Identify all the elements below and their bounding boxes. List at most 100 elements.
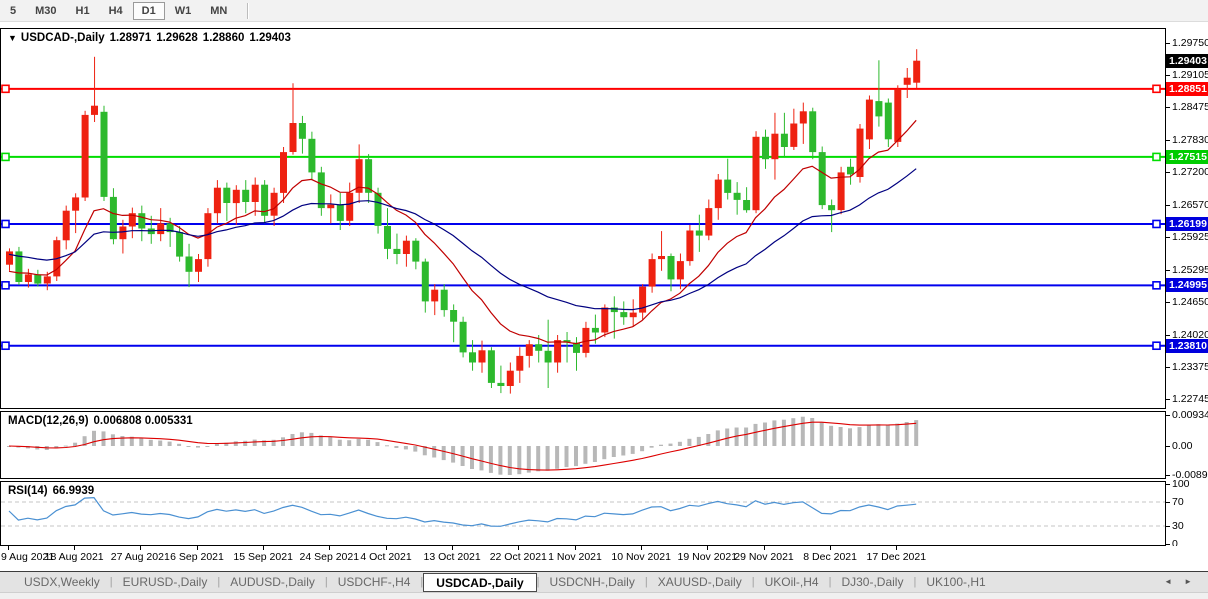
price-tick-label: 1.24650 [1172, 296, 1208, 308]
level-line-right-handle[interactable] [1153, 153, 1160, 160]
date-axis[interactable]: 9 Aug 202118 Aug 202127 Aug 20216 Sep 20… [0, 546, 1208, 571]
candle-body [743, 200, 750, 210]
date-tick-mark [74, 546, 75, 550]
chart-tab-ukoil-h4[interactable]: UKOil-,H4 [755, 574, 829, 590]
candle-body [327, 205, 334, 209]
price-tick-label: 1.25925 [1172, 231, 1208, 243]
moving-average-line [9, 120, 916, 343]
macd-histogram-bar [376, 442, 380, 446]
price-tick-label: 1.22745 [1172, 393, 1208, 405]
chart-tab-eurusd-daily[interactable]: EURUSD-,Daily [113, 574, 218, 590]
candle-body [677, 261, 684, 279]
date-label: 22 Oct 2021 [490, 551, 547, 563]
level-line-right-handle[interactable] [1153, 282, 1160, 289]
level-line-left-handle[interactable] [2, 282, 9, 289]
price-badge: 1.29403 [1166, 54, 1208, 68]
chart-tab-usdcad-daily[interactable]: USDCAD-,Daily [423, 573, 536, 592]
timeframe-button-h1[interactable]: H1 [67, 2, 99, 20]
macd-histogram-bar [669, 444, 673, 446]
candle-body [233, 190, 240, 203]
rsi-tick-mark [1166, 502, 1170, 503]
chart-tab-uk100-h1[interactable]: UK100-,H1 [916, 574, 995, 590]
level-line-left-handle[interactable] [2, 220, 9, 227]
level-line-right-handle[interactable] [1153, 342, 1160, 349]
price-axis[interactable]: 1.297501.291051.284751.278301.272001.265… [1166, 28, 1208, 546]
macd-histogram-bar [536, 446, 540, 471]
rsi-tick-label: 30 [1172, 520, 1184, 532]
date-tick-mark [707, 546, 708, 550]
candle-body [847, 167, 854, 175]
price-tick-mark [1166, 140, 1170, 141]
macd-histogram-bar [517, 446, 521, 474]
chart-tab-dj30-daily[interactable]: DJ30-,Daily [831, 574, 913, 590]
macd-histogram-bar [253, 440, 257, 446]
chart-tab-xauusd-daily[interactable]: XAUUSD-,Daily [648, 574, 752, 590]
macd-histogram-bar [281, 437, 285, 446]
price-tick-label: 1.29105 [1172, 69, 1208, 81]
candle-body [157, 223, 164, 234]
chart-tab-usdchf-h4[interactable]: USDCHF-,H4 [328, 574, 421, 590]
candle-body [488, 350, 495, 383]
macd-canvas[interactable] [1, 412, 1165, 478]
rsi-indicator-panel[interactable]: RSI(14)66.9939 [0, 481, 1166, 546]
date-tick-mark [641, 546, 642, 550]
level-line-right-handle[interactable] [1153, 220, 1160, 227]
macd-indicator-panel[interactable]: MACD(12,26,9)0.006808 0.005331 [0, 411, 1166, 479]
price-tick-label: 1.29750 [1172, 37, 1208, 49]
timeframe-button-mn[interactable]: MN [201, 2, 236, 20]
date-tick-mark [197, 546, 198, 550]
scroll-tabs-left-icon[interactable]: ◄ [1164, 577, 1172, 586]
level-line-left-handle[interactable] [2, 342, 9, 349]
macd-histogram-bar [905, 422, 909, 446]
macd-histogram-bar [328, 437, 332, 446]
level-line-right-handle[interactable] [1153, 85, 1160, 92]
level-line-left-handle[interactable] [2, 85, 9, 92]
macd-histogram-bar [432, 446, 436, 458]
chart-tab-audusd-daily[interactable]: AUDUSD-,Daily [220, 574, 325, 590]
macd-histogram-bar [158, 441, 162, 447]
timeframe-button-h4[interactable]: H4 [100, 2, 132, 20]
timeframe-button-5[interactable]: 5 [1, 2, 25, 20]
candle-body [649, 259, 656, 287]
price-tick-label: 1.27200 [1172, 166, 1208, 178]
date-label: 18 Aug 2021 [45, 551, 104, 563]
scroll-tabs-right-icon[interactable]: ► [1184, 577, 1192, 586]
macd-histogram-bar [404, 446, 408, 449]
candle-body [762, 137, 769, 159]
timeframe-button-d1[interactable]: D1 [133, 2, 165, 20]
macd-histogram-bar [394, 446, 398, 448]
macd-histogram-bar [177, 444, 181, 446]
candle-body [346, 193, 353, 221]
date-label: 17 Dec 2021 [867, 551, 927, 563]
level-line-left-handle[interactable] [2, 153, 9, 160]
candle-body [573, 343, 580, 353]
candle-body [422, 262, 429, 302]
chart-tab-usdcnh-daily[interactable]: USDCNH-,Daily [540, 574, 645, 590]
candle-body [431, 290, 438, 302]
candle-body [620, 312, 627, 317]
price-chart-panel[interactable]: ▼USDCAD-,Daily1.289711.296281.288601.294… [0, 28, 1166, 409]
chart-tab-usdx-weekly[interactable]: USDX,Weekly [14, 574, 110, 590]
rsi-tick-mark [1166, 544, 1170, 545]
macd-histogram-bar [234, 441, 238, 446]
macd-histogram-bar [640, 446, 644, 451]
price-tick-mark [1166, 237, 1170, 238]
date-tick-mark [764, 546, 765, 550]
rsi-canvas[interactable] [1, 482, 1165, 545]
candle-body [91, 106, 98, 115]
chart-tab-bar: USDX,Weekly|EURUSD-,Daily|AUDUSD-,Daily|… [0, 571, 1208, 592]
date-label: 10 Nov 2021 [611, 551, 671, 563]
macd-histogram-bar [858, 427, 862, 446]
candle-body [34, 274, 41, 283]
candle-body [119, 227, 126, 240]
macd-histogram-bar [621, 446, 625, 456]
price-tick-label: 1.26570 [1172, 199, 1208, 211]
candle-body [469, 352, 476, 362]
timeframe-button-m30[interactable]: M30 [26, 2, 65, 20]
macd-histogram-bar [508, 446, 512, 475]
macd-histogram-bar [914, 420, 918, 446]
timeframe-button-w1[interactable]: W1 [166, 2, 201, 20]
candle-body [412, 241, 419, 262]
candlestick-chart-canvas[interactable] [1, 29, 1165, 408]
candle-body [271, 193, 278, 216]
